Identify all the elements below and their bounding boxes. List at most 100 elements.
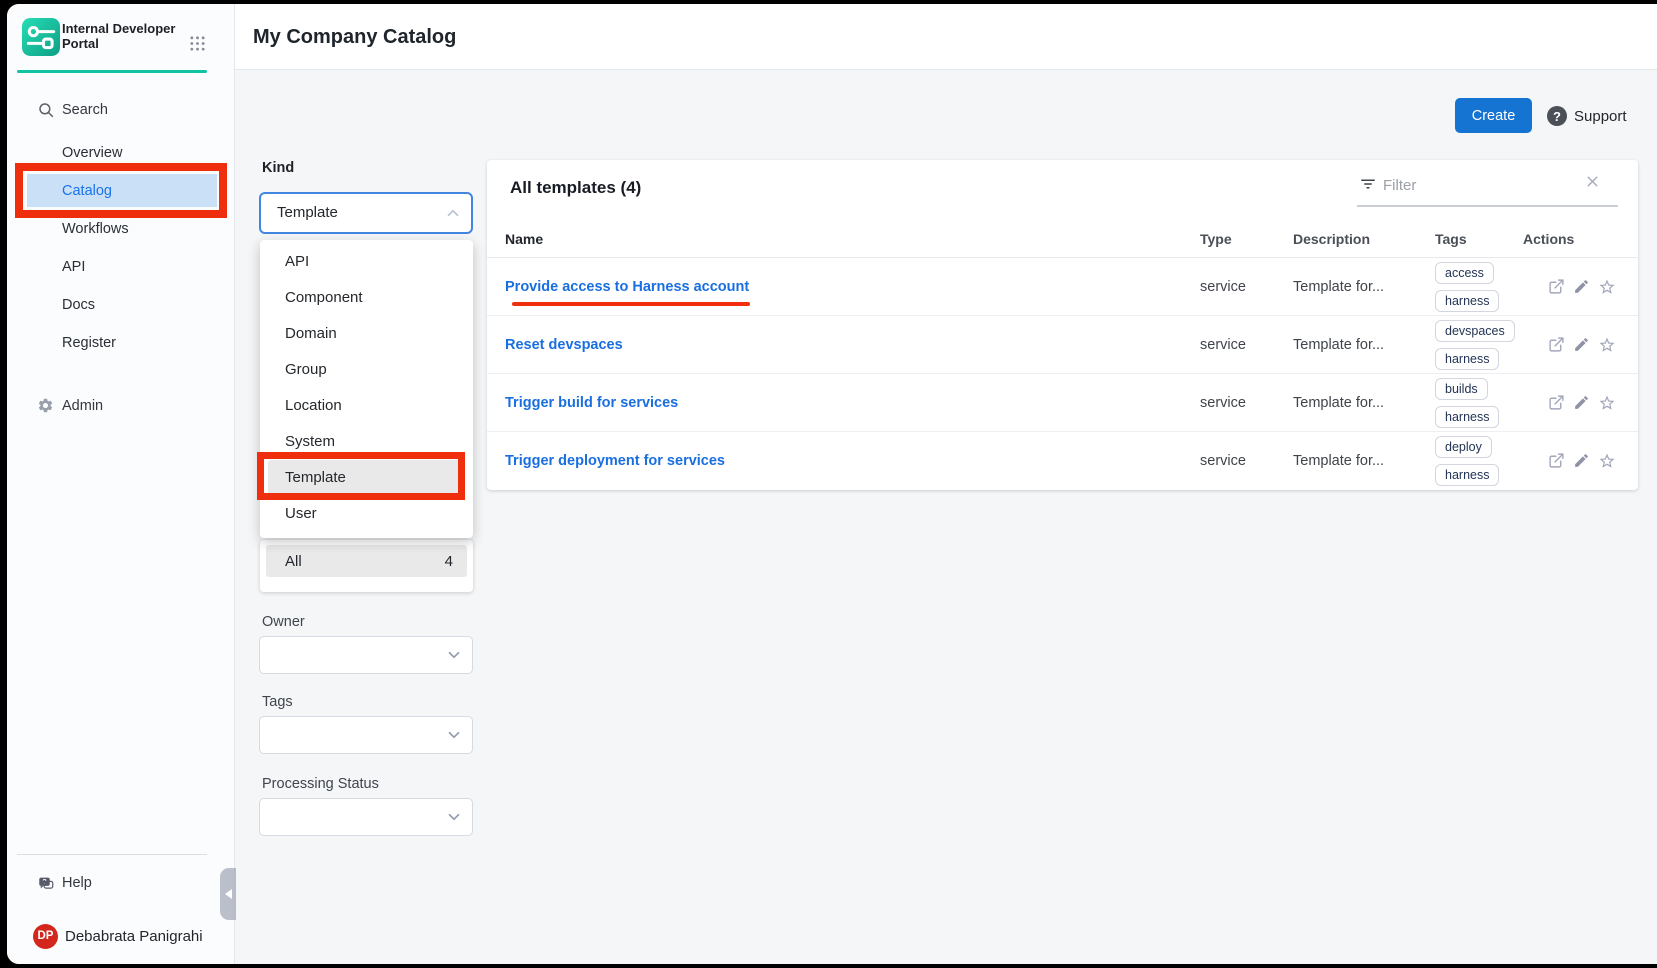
open-in-new-icon[interactable]	[1548, 452, 1565, 469]
row-actions	[1523, 278, 1638, 296]
table-row: Provide access to Harness account servic…	[487, 258, 1638, 316]
column-header-description: Description	[1293, 231, 1435, 247]
sidebar-search[interactable]: Search	[7, 91, 235, 129]
column-header-name: Name	[505, 231, 1200, 247]
support-label: Support	[1574, 108, 1627, 125]
page-title: My Company Catalog	[253, 26, 456, 49]
sidebar-nav: Overview Catalog Workflows API Docs Regi…	[7, 134, 235, 362]
main-area: My Company Catalog Create ? Support Kind…	[235, 4, 1657, 964]
sidebar-item-label: Workflows	[62, 221, 129, 237]
processing-status-select[interactable]	[259, 798, 473, 836]
sidebar-item-workflows[interactable]: Workflows	[7, 210, 235, 248]
row-actions	[1523, 452, 1638, 470]
kind-facet-card: All 4	[260, 540, 473, 592]
template-name-link[interactable]: Trigger deployment for services	[505, 453, 725, 469]
template-name-link[interactable]: Provide access to Harness account	[505, 279, 749, 295]
column-header-type: Type	[1200, 231, 1293, 247]
owner-select[interactable]	[259, 636, 473, 674]
kind-option-group[interactable]: Group	[260, 352, 473, 388]
sidebar-header-divider	[17, 70, 207, 73]
apps-grid-icon[interactable]	[189, 35, 206, 52]
help-icon: ?	[37, 874, 55, 892]
table-card-header: All templates (4)	[487, 160, 1638, 220]
chevron-down-icon	[445, 808, 463, 826]
open-in-new-icon[interactable]	[1548, 394, 1565, 411]
open-in-new-icon[interactable]	[1548, 336, 1565, 353]
user-name: Debabrata Panigrahi	[65, 928, 203, 945]
column-header-tags: Tags	[1435, 231, 1523, 247]
content: Create ? Support Kind Template APICompon…	[235, 70, 1657, 964]
support-button[interactable]: ? Support	[1547, 106, 1627, 126]
star-icon[interactable]	[1598, 452, 1616, 470]
tag-chip: devspaces	[1435, 320, 1515, 342]
kind-option-system[interactable]: System	[260, 424, 473, 460]
star-icon[interactable]	[1598, 336, 1616, 354]
question-mark-icon: ?	[1547, 106, 1567, 126]
kind-option-template[interactable]: Template	[268, 460, 465, 496]
create-button[interactable]: Create	[1455, 98, 1532, 133]
app-title: Internal Developer Portal	[62, 21, 182, 51]
row-type: service	[1200, 453, 1293, 469]
row-description: Template for...	[1293, 337, 1435, 353]
edit-icon[interactable]	[1573, 394, 1590, 411]
table-title: All templates (4)	[510, 178, 641, 198]
sidebar-item-api[interactable]: API	[7, 248, 235, 286]
sidebar-item-label: Overview	[62, 145, 122, 161]
sidebar-item-label: Register	[62, 335, 116, 351]
clear-filter-icon[interactable]	[1584, 173, 1601, 190]
kind-option-location[interactable]: Location	[260, 388, 473, 424]
edit-icon[interactable]	[1573, 336, 1590, 353]
row-tags: deployharness	[1435, 436, 1523, 486]
search-label: Search	[62, 102, 108, 118]
tag-chip: harness	[1435, 406, 1499, 428]
table-body: Provide access to Harness account servic…	[487, 258, 1638, 490]
filter-input[interactable]	[1383, 172, 1573, 198]
sidebar-item-label: Docs	[62, 297, 95, 313]
star-icon[interactable]	[1598, 278, 1616, 296]
admin-label: Admin	[62, 398, 103, 414]
row-description: Template for...	[1293, 395, 1435, 411]
facet-all-row[interactable]: All 4	[266, 545, 467, 577]
row-tags: accessharness	[1435, 262, 1523, 312]
kind-select[interactable]: Template	[259, 192, 473, 234]
template-name-link[interactable]: Trigger build for services	[505, 395, 678, 411]
sidebar-item-catalog[interactable]: Catalog	[7, 172, 235, 210]
filter-list-icon	[1359, 175, 1377, 193]
row-type: service	[1200, 279, 1293, 295]
chevron-down-icon	[445, 646, 463, 664]
tags-select[interactable]	[259, 716, 473, 754]
sidebar-user[interactable]: DP Debabrata Panigrahi	[7, 917, 235, 955]
table-row: Reset devspaces service Template for... …	[487, 316, 1638, 374]
row-tags: devspaces harness	[1435, 320, 1523, 370]
collapse-sidebar-handle[interactable]	[220, 868, 236, 920]
kind-option-domain[interactable]: Domain	[260, 316, 473, 352]
tag-chip: harness	[1435, 348, 1499, 370]
sidebar-help[interactable]: ? Help	[7, 864, 235, 902]
tags-label: Tags	[262, 694, 293, 710]
column-header-actions: Actions	[1523, 231, 1638, 247]
filter-underline	[1357, 205, 1618, 207]
tag-chip: builds	[1435, 378, 1488, 400]
chevron-up-icon	[444, 204, 462, 222]
sidebar-item-overview[interactable]: Overview	[7, 134, 235, 172]
chevron-down-icon	[445, 726, 463, 744]
open-in-new-icon[interactable]	[1548, 278, 1565, 295]
sidebar-item-admin[interactable]: Admin	[7, 387, 235, 425]
tag-chip: harness	[1435, 290, 1499, 312]
edit-icon[interactable]	[1573, 452, 1590, 469]
star-icon[interactable]	[1598, 394, 1616, 412]
kind-option-api[interactable]: API	[260, 244, 473, 280]
owner-label: Owner	[262, 614, 305, 630]
edit-icon[interactable]	[1573, 278, 1590, 295]
sidebar: Internal Developer Portal Search Overvie…	[7, 4, 235, 964]
table-row: Trigger deployment for services service …	[487, 432, 1638, 490]
template-name-link[interactable]: Reset devspaces	[505, 337, 623, 353]
kind-option-component[interactable]: Component	[260, 280, 473, 316]
kind-option-user[interactable]: User	[260, 496, 473, 532]
sidebar-item-docs[interactable]: Docs	[7, 286, 235, 324]
avatar: DP	[33, 924, 58, 949]
search-icon	[37, 101, 55, 119]
sidebar-item-label: Catalog	[62, 183, 112, 199]
sidebar-item-register[interactable]: Register	[7, 324, 235, 362]
kind-select-value: Template	[277, 204, 338, 221]
